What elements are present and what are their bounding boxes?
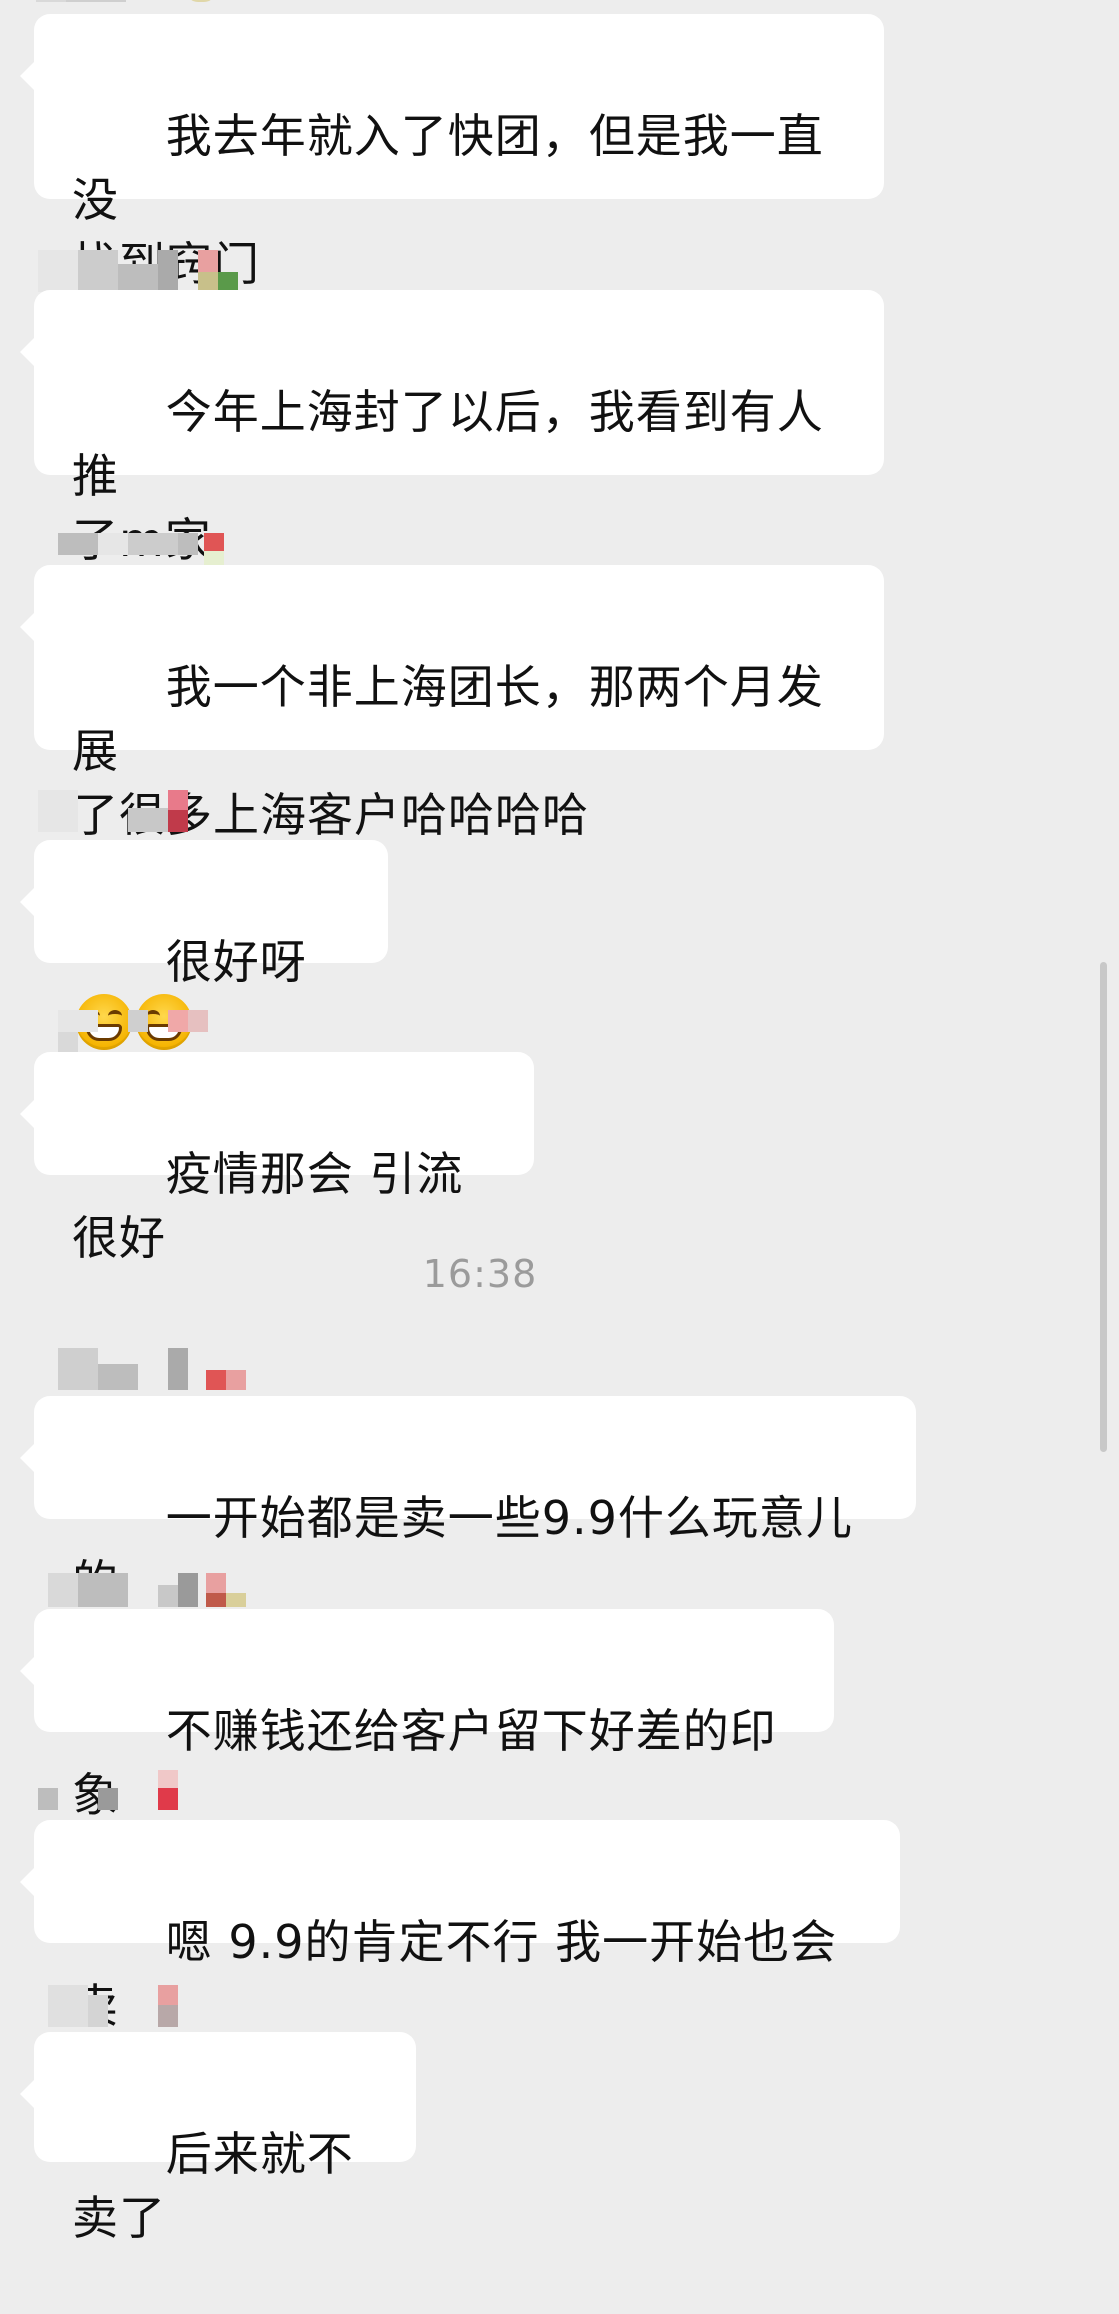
sender-name-blurred (36, 0, 236, 8)
message-bubble[interactable]: 疫情那会 引流很好 (20, 1052, 534, 1265)
sender-name-blurred (38, 1985, 278, 2027)
message-bubble[interactable]: 一开始都是卖一些9.9什么玩意儿的 (20, 1396, 916, 1609)
message-bubble[interactable]: 我一个非上海团长，那两个月发展 了很多上海客户哈哈哈哈 (20, 565, 884, 842)
message-bubble[interactable]: 我去年就入了快团，但是我一直没 找到窍门 (20, 14, 884, 291)
scrollbar[interactable] (1100, 962, 1107, 1452)
sender-name-blurred (38, 250, 278, 292)
sender-name-blurred (38, 1348, 278, 1390)
sender-name-blurred (38, 790, 278, 832)
message-bubble[interactable]: 今年上海封了以后，我看到有人推 了m家 (20, 290, 884, 567)
message-bubble[interactable]: 后来就不卖了 (20, 2032, 416, 2245)
sender-name-blurred (38, 525, 278, 567)
sender-name-blurred (38, 1770, 278, 1812)
sender-name-blurred (38, 1565, 278, 1607)
message-bubble[interactable]: 不赚钱还给客户留下好差的印象 (20, 1609, 834, 1822)
message-bubble[interactable]: 嗯 9.9的肯定不行 我一开始也会卖 (20, 1820, 900, 2033)
message-text: 后来就不卖了 (72, 2127, 354, 2245)
timestamp: 16:38 (422, 1252, 538, 1296)
message-text: 疫情那会 引流很好 (72, 1147, 464, 1265)
message-bubble[interactable]: 很好呀 (20, 840, 388, 1050)
sender-name-blurred (38, 1010, 278, 1052)
chat-view: 我去年就入了快团，但是我一直没 找到窍门 今年上海封了以后，我看到有人推 了m家 (0, 0, 1119, 2245)
message-text: 很好呀 (165, 935, 307, 989)
